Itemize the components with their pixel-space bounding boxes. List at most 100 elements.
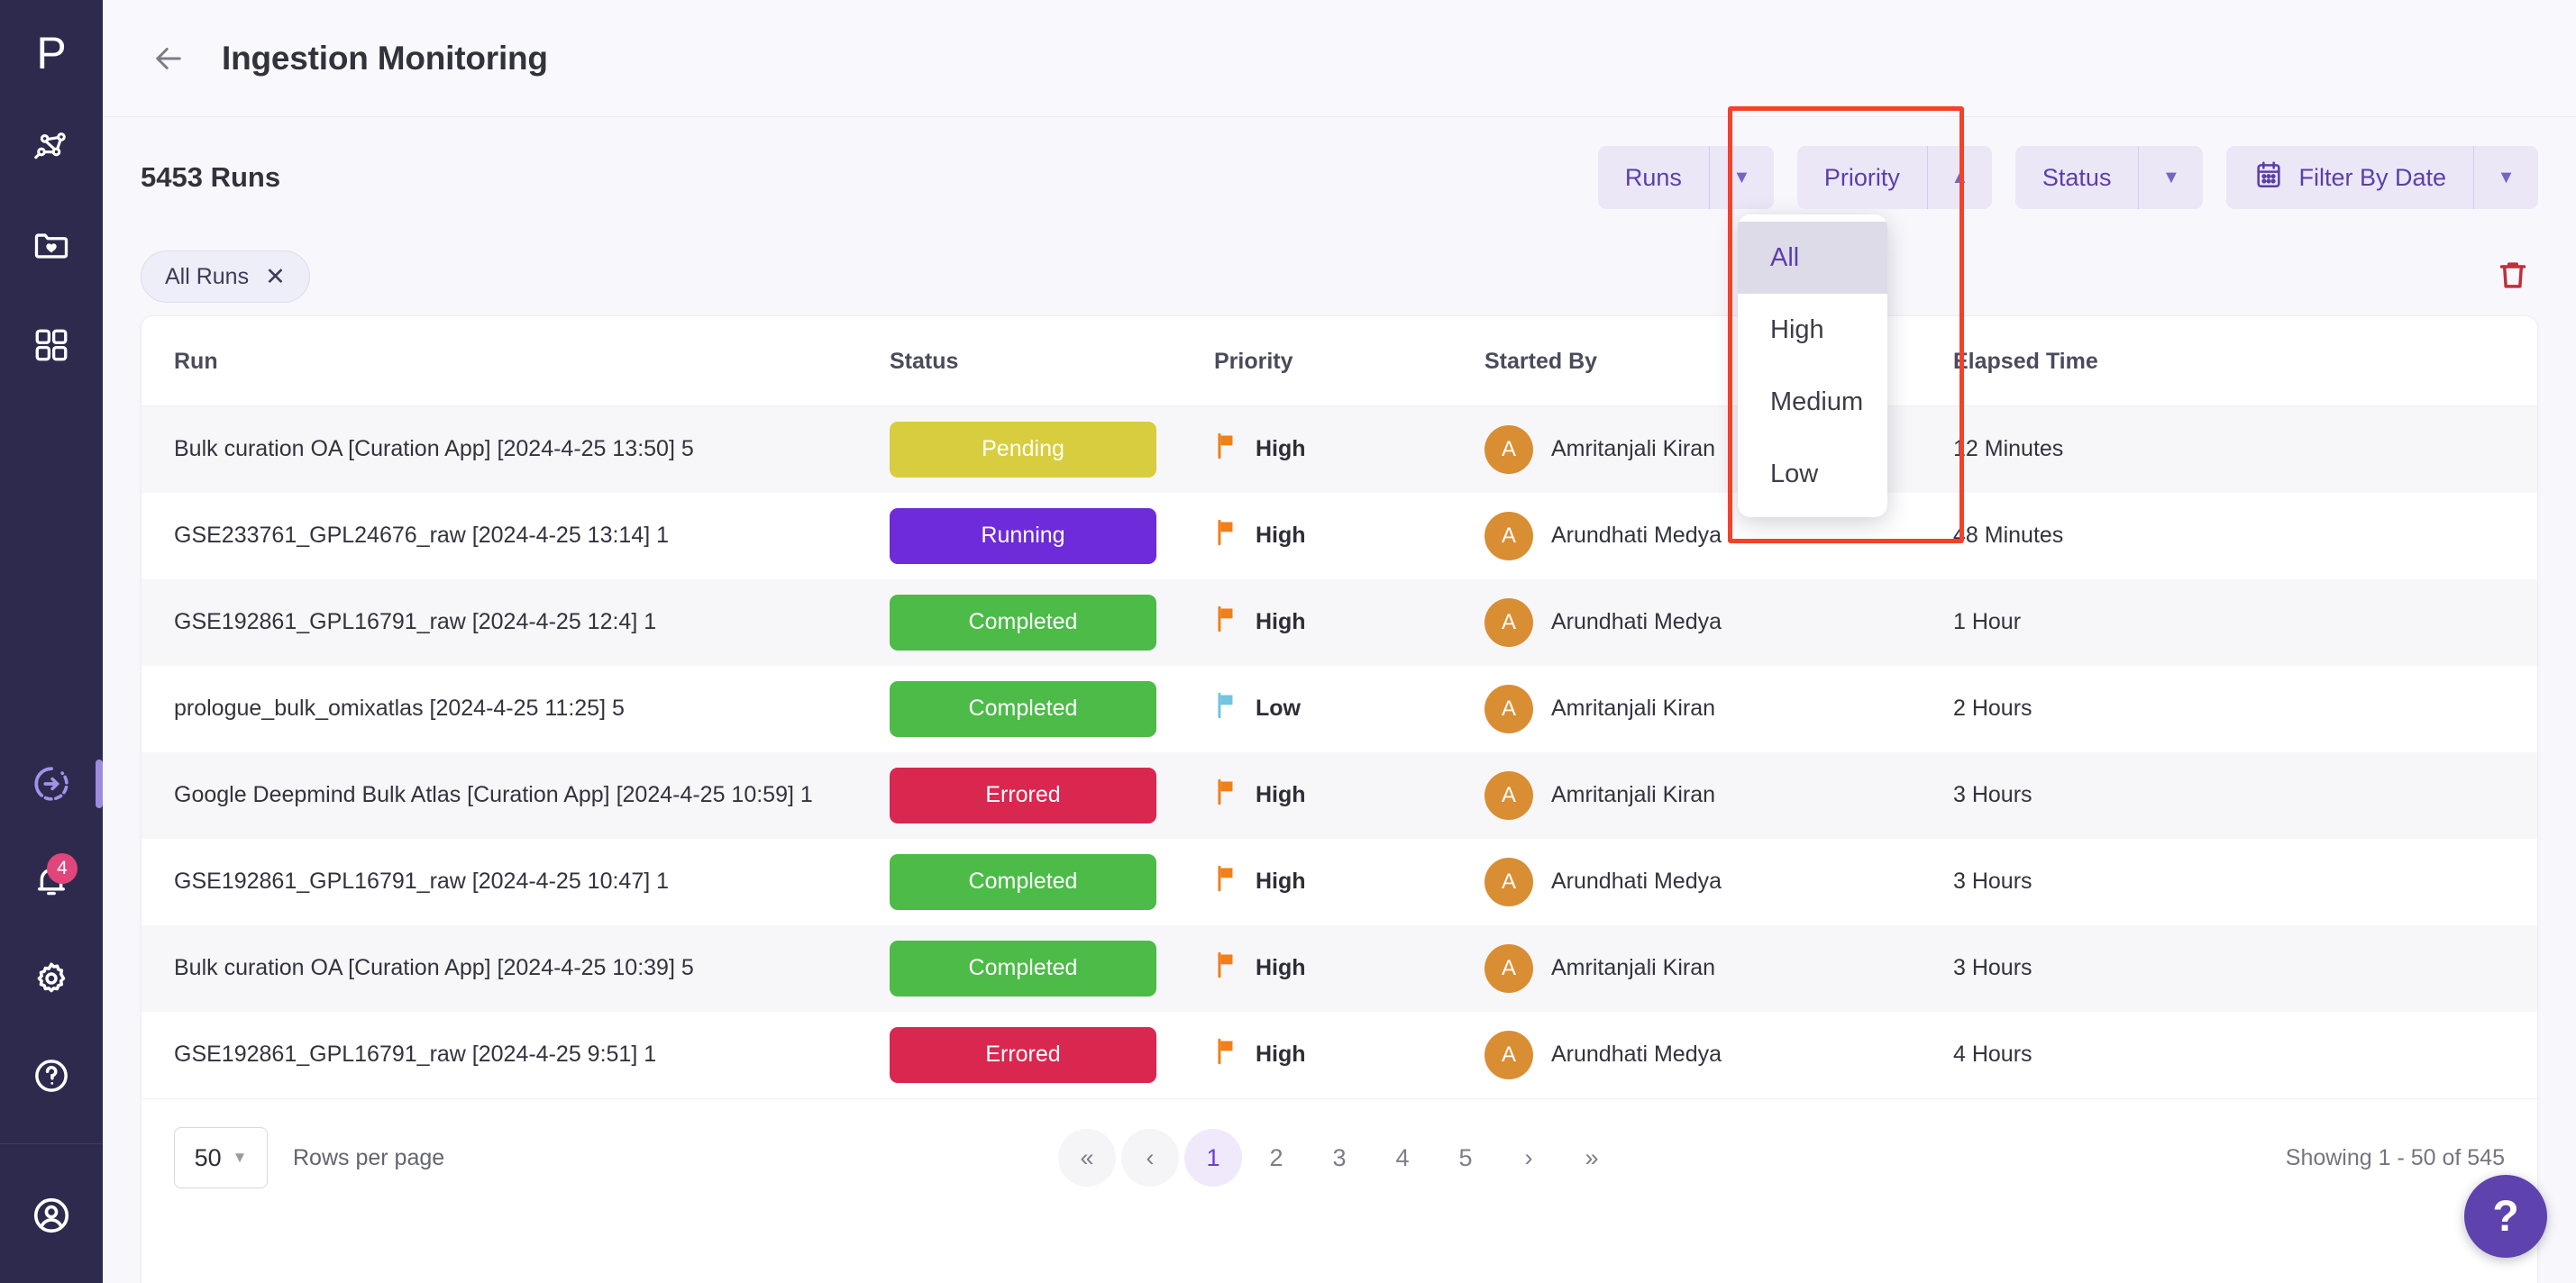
avatar: A xyxy=(1484,512,1533,560)
table-row[interactable]: GSE192861_GPL16791_raw [2024-4-25 9:51] … xyxy=(142,1012,2537,1098)
filter-priority[interactable]: Priority ▲ xyxy=(1797,146,1992,209)
filter-runs[interactable]: Runs ▼ xyxy=(1598,146,1774,209)
cell-run[interactable]: GSE192861_GPL16791_raw [2024-4-25 10:47]… xyxy=(142,839,890,925)
flag-icon xyxy=(1214,778,1239,812)
cell-status: Completed xyxy=(890,925,1214,1012)
priority-dropdown-menu[interactable]: AllHighMediumLow xyxy=(1738,214,1887,517)
table-row[interactable]: GSE192861_GPL16791_raw [2024-4-25 10:47]… xyxy=(142,839,2537,925)
showing-range-label: Showing 1 - 50 of 545 xyxy=(2286,1145,2505,1171)
flag-icon xyxy=(1214,519,1239,552)
rows-per-page-select[interactable]: 50 ▼ xyxy=(174,1127,268,1188)
calendar-icon xyxy=(2253,159,2284,196)
priority-option-high[interactable]: High xyxy=(1738,294,1887,366)
back-button[interactable] xyxy=(141,31,196,86)
column-header-priority[interactable]: Priority xyxy=(1214,316,1484,406)
priority-indicator: High xyxy=(1214,432,1484,466)
priority-option-all[interactable]: All xyxy=(1738,222,1887,294)
app-logo[interactable]: P xyxy=(0,20,103,86)
pagination-page-5[interactable]: 5 xyxy=(1437,1129,1494,1187)
avatar: A xyxy=(1484,858,1533,906)
cell-status: Completed xyxy=(890,666,1214,752)
filter-chip-label: All Runs xyxy=(165,264,249,290)
cell-run[interactable]: GSE233761_GPL24676_raw [2024-4-25 13:14]… xyxy=(142,493,890,579)
pagination-prev-button[interactable]: ‹ xyxy=(1121,1129,1179,1187)
pagination-next-button[interactable]: › xyxy=(1500,1129,1557,1187)
sidebar-item-help[interactable] xyxy=(22,1046,81,1106)
started-by-name: Amritanjali Kiran xyxy=(1551,955,1715,981)
help-fab-button[interactable]: ? xyxy=(2464,1175,2547,1258)
chevron-up-icon[interactable]: ▲ xyxy=(1927,146,1992,209)
clear-all-filters-button[interactable] xyxy=(2488,251,2538,302)
table-row[interactable]: GSE192861_GPL16791_raw [2024-4-25 12:4] … xyxy=(142,579,2537,666)
sidebar-item-graph[interactable] xyxy=(22,117,81,177)
table-row[interactable]: Bulk curation OA [Curation App] [2024-4-… xyxy=(142,406,2537,493)
cell-status: Completed xyxy=(890,579,1214,666)
chevron-down-icon[interactable]: ▼ xyxy=(2138,146,2203,209)
sidebar-item-account[interactable] xyxy=(22,1186,81,1245)
avatar: A xyxy=(1484,1031,1533,1079)
column-header-status[interactable]: Status xyxy=(890,316,1214,406)
priority-option-medium[interactable]: Medium xyxy=(1738,366,1887,438)
runs-table: Run Status Priority Started By Elapsed T… xyxy=(142,316,2537,1098)
started-by-name: Arundhati Medya xyxy=(1551,523,1722,549)
flag-icon xyxy=(1214,605,1239,639)
flag-icon xyxy=(1214,692,1239,725)
cell-elapsed-time: 48 Minutes xyxy=(1953,493,2537,579)
table-row[interactable]: prologue_bulk_omixatlas [2024-4-25 11:25… xyxy=(142,666,2537,752)
chevron-down-icon[interactable]: ▼ xyxy=(1709,146,1774,209)
status-badge: Completed xyxy=(890,595,1156,651)
cell-run[interactable]: GSE192861_GPL16791_raw [2024-4-25 12:4] … xyxy=(142,579,890,666)
sidebar-item-settings[interactable] xyxy=(22,949,81,1008)
chevron-down-icon[interactable]: ▼ xyxy=(2473,146,2538,209)
sidebar-item-ingestion[interactable] xyxy=(22,754,81,814)
sidebar-bottom-nav: 4 xyxy=(0,754,103,1283)
status-badge: Pending xyxy=(890,422,1156,478)
status-badge: Running xyxy=(890,508,1156,564)
close-icon[interactable]: ✕ xyxy=(265,265,286,289)
cell-run[interactable]: Bulk curation OA [Curation App] [2024-4-… xyxy=(142,925,890,1012)
pagination-last-button[interactable]: » xyxy=(1563,1129,1621,1187)
app-root: P xyxy=(0,0,2576,1283)
cell-run[interactable]: GSE192861_GPL16791_raw [2024-4-25 9:51] … xyxy=(142,1012,890,1098)
pagination-page-2[interactable]: 2 xyxy=(1247,1129,1305,1187)
rows-per-page-value: 50 xyxy=(195,1144,222,1172)
cell-elapsed-time: 3 Hours xyxy=(1953,752,2537,839)
column-header-elapsed[interactable]: Elapsed Time xyxy=(1953,316,2537,406)
sidebar-divider xyxy=(0,1143,103,1144)
table-head: Run Status Priority Started By Elapsed T… xyxy=(142,316,2537,406)
cell-started-by: AArundhati Medya xyxy=(1484,1012,1953,1098)
pagination-first-button[interactable]: « xyxy=(1058,1129,1116,1187)
started-by-name: Amritanjali Kiran xyxy=(1551,696,1715,722)
user-avatar-icon xyxy=(31,1195,72,1236)
table-body: Bulk curation OA [Curation App] [2024-4-… xyxy=(142,406,2537,1098)
sidebar-item-saved[interactable] xyxy=(22,216,81,276)
sidebar-item-notifications[interactable]: 4 xyxy=(22,851,81,911)
pagination-page-1[interactable]: 1 xyxy=(1184,1129,1242,1187)
sidebar-item-apps[interactable] xyxy=(22,315,81,375)
cell-elapsed-time: 3 Hours xyxy=(1953,839,2537,925)
cell-elapsed-time: 12 Minutes xyxy=(1953,406,2537,493)
priority-option-low[interactable]: Low xyxy=(1738,438,1887,510)
pagination-page-3[interactable]: 3 xyxy=(1311,1129,1368,1187)
cell-run[interactable]: prologue_bulk_omixatlas [2024-4-25 11:25… xyxy=(142,666,890,752)
status-badge: Completed xyxy=(890,854,1156,910)
runs-table-card: Run Status Priority Started By Elapsed T… xyxy=(141,315,2538,1283)
started-by-name: Arundhati Medya xyxy=(1551,869,1722,895)
column-header-run[interactable]: Run xyxy=(142,316,890,406)
cell-started-by: A Arundhati Medya xyxy=(1484,839,1953,925)
filter-status[interactable]: Status ▼ xyxy=(2015,146,2204,209)
priority-indicator: High xyxy=(1214,1038,1484,1071)
sidebar-active-indicator xyxy=(96,760,103,808)
table-row[interactable]: Bulk curation OA [Curation App] [2024-4-… xyxy=(142,925,2537,1012)
filter-chip-all-runs[interactable]: All Runs ✕ xyxy=(141,250,310,303)
filter-by-date[interactable]: Filter By Date ▼ xyxy=(2226,146,2538,209)
table-row[interactable]: GSE233761_GPL24676_raw [2024-4-25 13:14]… xyxy=(142,493,2537,579)
main-content: Ingestion Monitoring 5453 Runs Runs ▼ Pr… xyxy=(103,0,2576,1283)
cell-run[interactable]: Bulk curation OA [Curation App] [2024-4-… xyxy=(142,406,890,493)
pagination-page-4[interactable]: 4 xyxy=(1374,1129,1431,1187)
cell-priority: High xyxy=(1214,493,1484,579)
table-row[interactable]: Google Deepmind Bulk Atlas [Curation App… xyxy=(142,752,2537,839)
status-badge: Errored xyxy=(890,768,1156,823)
flag-icon xyxy=(1214,951,1239,985)
cell-run[interactable]: Google Deepmind Bulk Atlas [Curation App… xyxy=(142,752,890,839)
